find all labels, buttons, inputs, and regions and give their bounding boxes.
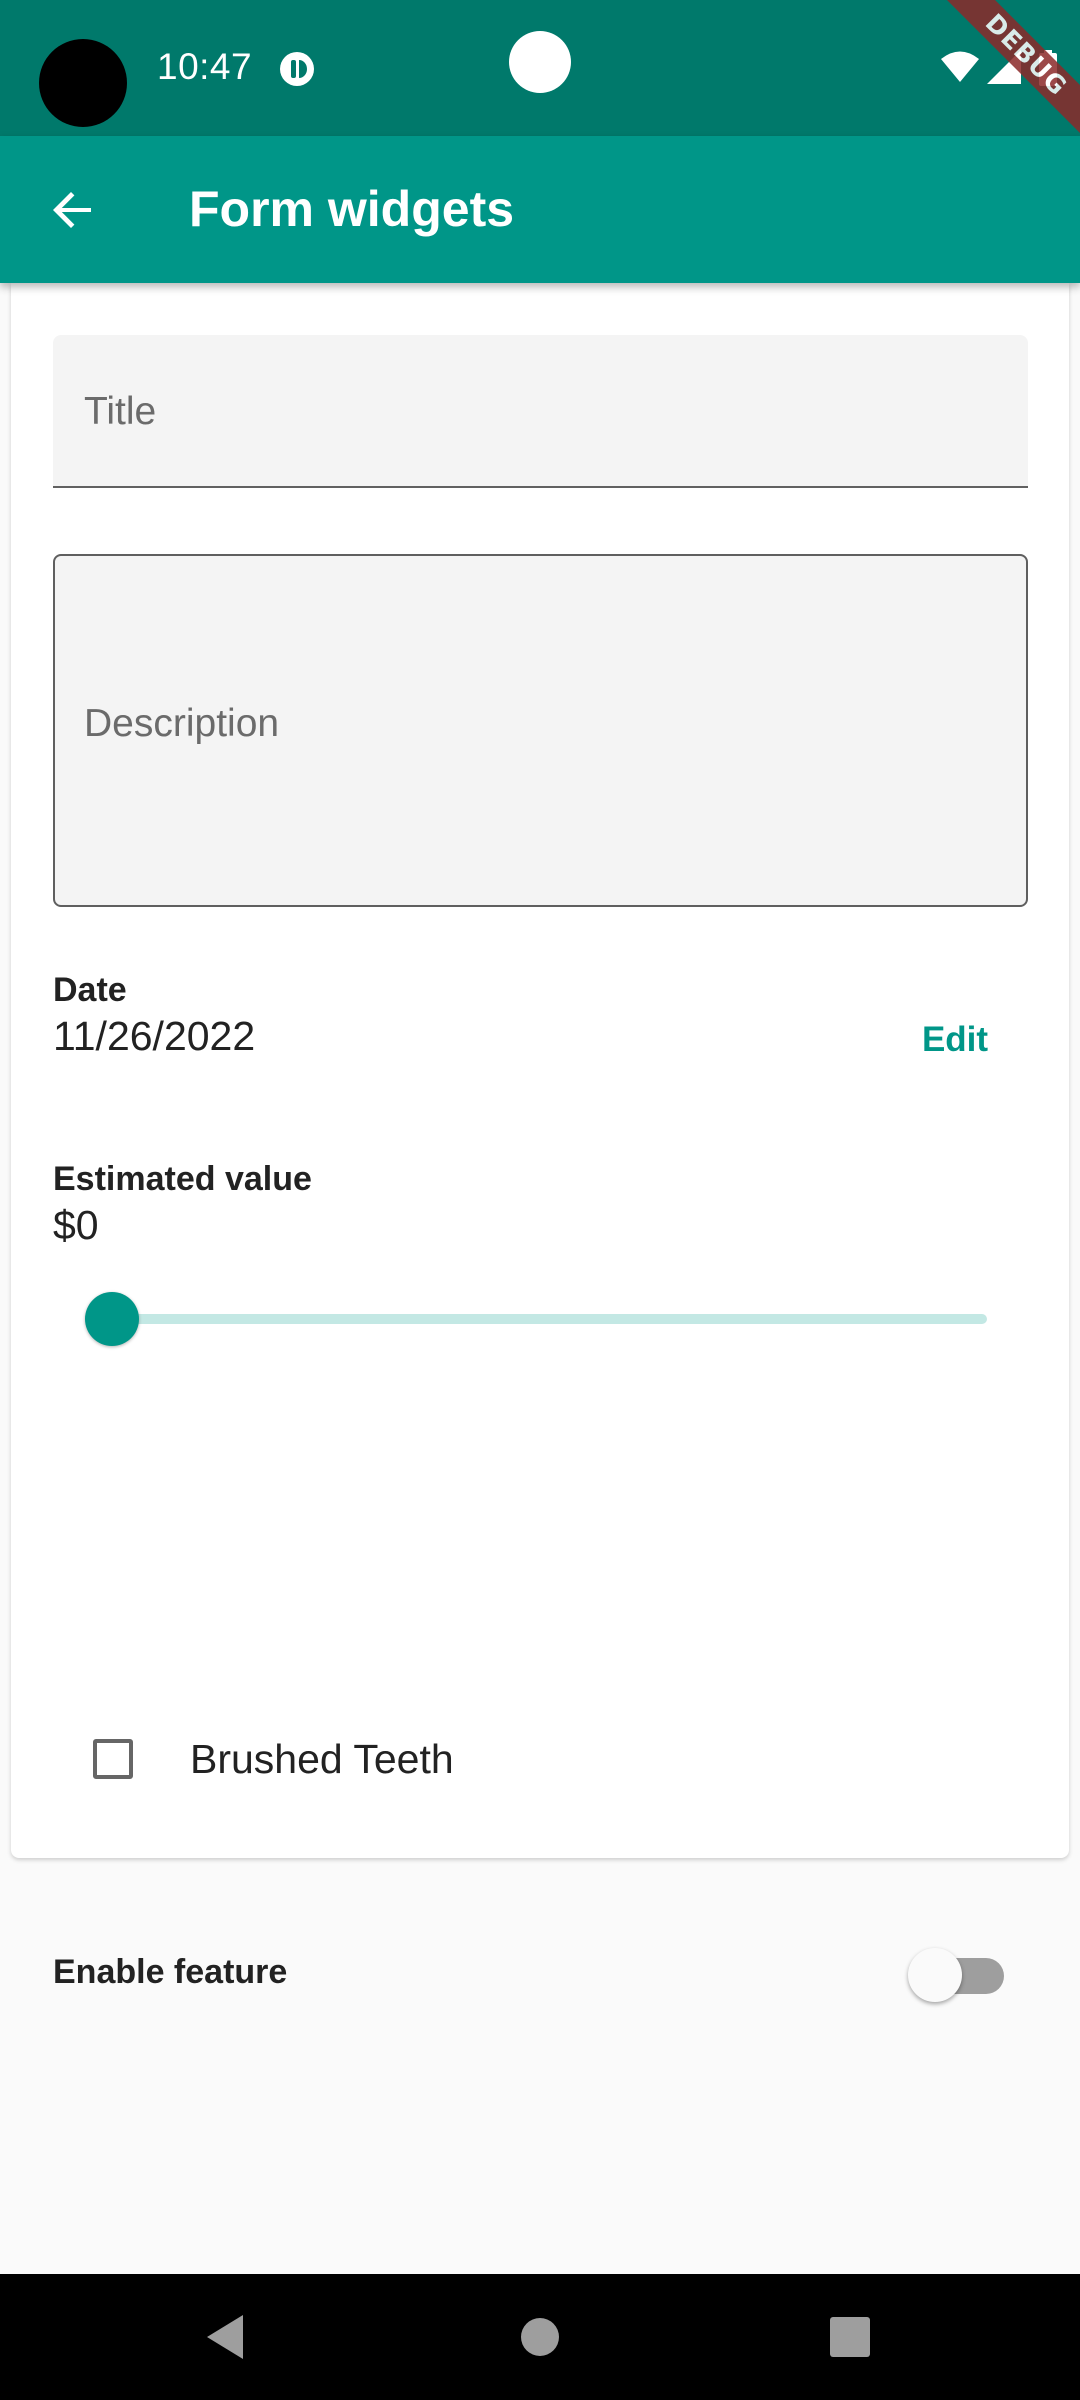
estimated-value-amount: $0: [53, 1202, 99, 1248]
nav-back-button[interactable]: [180, 2292, 270, 2382]
estimated-value-label: Estimated value: [53, 1160, 312, 1198]
switch-thumb: [908, 1948, 962, 2002]
enable-feature-switch[interactable]: [906, 1948, 1016, 2004]
enable-feature-label: Enable feature: [53, 1953, 288, 1991]
recents-square-icon: [830, 2317, 870, 2357]
camera-cutout: [39, 39, 127, 127]
estimated-value-slider[interactable]: [85, 1291, 987, 1347]
slider-thumb[interactable]: [85, 1292, 139, 1346]
title-input-placeholder: Title: [84, 390, 157, 433]
slider-track: [85, 1314, 987, 1324]
nav-home-button[interactable]: [495, 2292, 585, 2382]
status-time: 10:47: [157, 46, 253, 87]
brushed-teeth-checkbox[interactable]: [93, 1739, 133, 1779]
wifi-icon: [941, 51, 979, 82]
app-bar: Form widgets: [0, 136, 1080, 283]
notification-icon: [280, 52, 314, 86]
page-title: Form widgets: [189, 181, 515, 237]
front-camera-dot: [509, 31, 571, 93]
system-navigation-bar: [0, 2274, 1080, 2400]
home-circle-icon: [521, 2318, 559, 2356]
status-bar: 10:47 DEBUG: [0, 0, 1080, 136]
title-input[interactable]: Title: [53, 335, 1028, 488]
arrow-back-icon: [53, 192, 91, 228]
brushed-teeth-label: Brushed Teeth: [190, 1736, 454, 1782]
date-edit-button[interactable]: Edit: [891, 1009, 1019, 1071]
date-label: Date: [53, 971, 127, 1009]
nav-recents-button[interactable]: [805, 2292, 895, 2382]
back-triangle-icon: [207, 2315, 243, 2359]
brushed-teeth-checkbox-row[interactable]: Brushed Teeth: [81, 1724, 581, 1804]
back-button[interactable]: [28, 168, 118, 252]
date-value: 11/26/2022: [53, 1013, 256, 1059]
form-card: Title Description Date 11/26/2022 Edit E…: [11, 283, 1069, 2002]
description-input[interactable]: Description: [53, 554, 1028, 907]
description-input-placeholder: Description: [84, 702, 280, 745]
